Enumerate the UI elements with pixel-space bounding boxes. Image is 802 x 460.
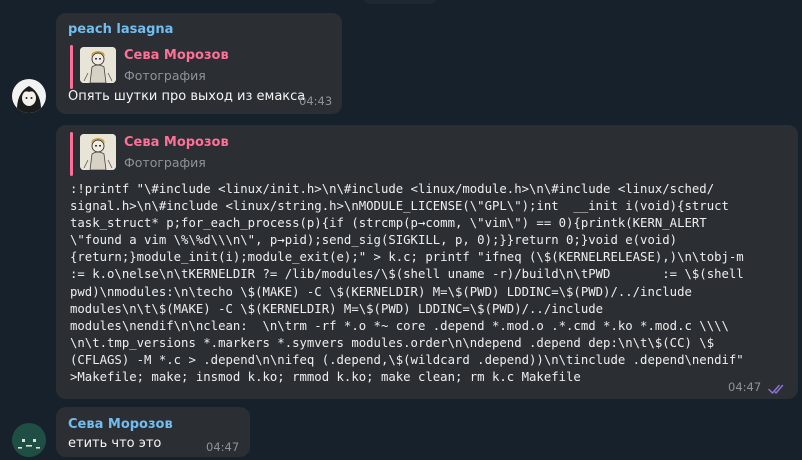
message-text: Опять шутки про выход из емакса <box>68 89 306 104</box>
reply-media-label: Фотография <box>124 155 206 170</box>
message-time: 04:43 <box>299 94 333 108</box>
photo-thumbnail <box>80 134 116 170</box>
avatar[interactable] <box>12 79 46 113</box>
message-time: 04:47 <box>728 380 762 394</box>
photo-thumbnail <box>80 47 116 83</box>
reply-accent-bar <box>70 45 73 89</box>
code-line: modules\n\t\$(MAKE) -C \$(KERNELDIR) M=\… <box>70 301 604 316</box>
code-line: :!printf "\#include <linux/init.h>\n\#in… <box>70 182 715 196</box>
reply-sender-name: Сева Морозов <box>124 48 229 63</box>
code-line: modules\nendif\n\nclean: \n\trm -rf *.o … <box>70 318 729 333</box>
reply-sender-name: Сева Морозов <box>124 135 229 150</box>
message-text: етить что это <box>68 436 162 451</box>
code-line: signal.h>\n\#include <linux/string.h>\nM… <box>70 199 729 214</box>
code-line: := k.o\nelse\n\tKERNELDIR ?= /lib/module… <box>70 267 744 282</box>
code-line: (CFLAGS) -M *.c > .depend\n\nifeq (.depe… <box>70 352 744 367</box>
code-line: >Makefile; make; insmod k.ko; rmmod k.ko… <box>70 370 581 385</box>
double-check-icon <box>768 380 788 394</box>
message-bubble[interactable]: Сева Морозов етить что это 04:47 <box>56 407 250 457</box>
message-time: 04:47 <box>206 440 240 454</box>
message-bubble[interactable]: Сева Морозов Фотография :!printf "\#incl… <box>56 125 798 399</box>
avatar[interactable] <box>12 423 46 457</box>
code-line: pwd)\nmodules:\n\techo \$(MAKE) -C \$(KE… <box>70 284 692 299</box>
message-bubble[interactable]: peach lasagna Сева Морозов Фотография Оп… <box>56 13 342 114</box>
code-line: {return;}module_init(i);module_exit(e);"… <box>70 250 744 265</box>
reply-media-label: Фотография <box>124 68 206 83</box>
scroll-date-pill <box>362 0 438 4</box>
code-text: :!printf "\#include <linux/init.h>\n\#in… <box>70 181 802 386</box>
sender-name[interactable]: Сева Морозов <box>68 417 173 432</box>
sender-name[interactable]: peach lasagna <box>68 22 173 37</box>
reply-accent-bar <box>70 132 73 176</box>
reply-preview[interactable]: Сева Морозов Фотография <box>70 45 310 89</box>
code-line: \"found a vim \%\%d\\\n\", p→pid);send_s… <box>70 233 678 248</box>
code-line: task_struct* p;for_each_process(p){if (s… <box>70 216 707 231</box>
reply-preview[interactable]: Сева Морозов Фотография <box>70 132 310 176</box>
code-line: \n\t.tmp_versions *.markers *.symvers mo… <box>70 335 715 350</box>
